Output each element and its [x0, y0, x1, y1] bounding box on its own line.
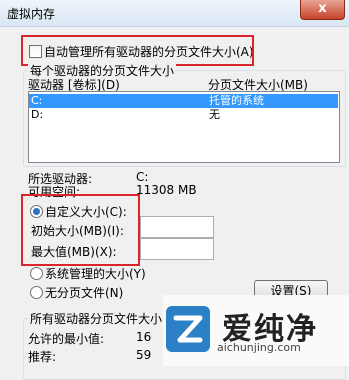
window-title: 虚拟内存	[7, 7, 56, 21]
list-item[interactable]: D: 无	[29, 108, 338, 122]
drive-letter: C:	[31, 94, 43, 107]
max-size-input[interactable]	[140, 238, 214, 260]
selected-drive-value: C:	[136, 170, 149, 184]
recommended-label: 推荐:	[28, 350, 57, 364]
no-paging-radio[interactable]	[30, 286, 43, 299]
watermark-url: aichunjing.com	[217, 341, 301, 354]
initial-size-input[interactable]	[140, 216, 214, 238]
system-managed-label[interactable]: 系统管理的大小(Y)	[45, 265, 146, 282]
drive-letter: D:	[31, 108, 44, 121]
close-button[interactable]: x	[300, 0, 345, 20]
min-allowed-value: 16	[136, 330, 152, 344]
free-space-value: 11308 MB	[136, 183, 197, 197]
brand-logo	[166, 306, 210, 352]
title-bar: 虚拟内存 x	[0, 0, 349, 27]
highlight-custom-size	[21, 194, 140, 266]
drive-size: 托管的系统	[209, 94, 264, 107]
list-item[interactable]: C: 托管的系统	[29, 94, 338, 108]
drive-list[interactable]: C: 托管的系统 D: 无	[28, 91, 340, 163]
min-allowed-label: 允许的最小值:	[28, 332, 105, 346]
total-group-title: 所有驱动器分页文件大小	[28, 310, 165, 327]
close-icon: x	[318, 1, 327, 16]
recommended-value: 59	[136, 348, 152, 362]
drive-size: 无	[209, 108, 220, 121]
system-managed-radio[interactable]	[30, 267, 43, 280]
no-paging-label[interactable]: 无分页文件(N)	[45, 284, 123, 301]
